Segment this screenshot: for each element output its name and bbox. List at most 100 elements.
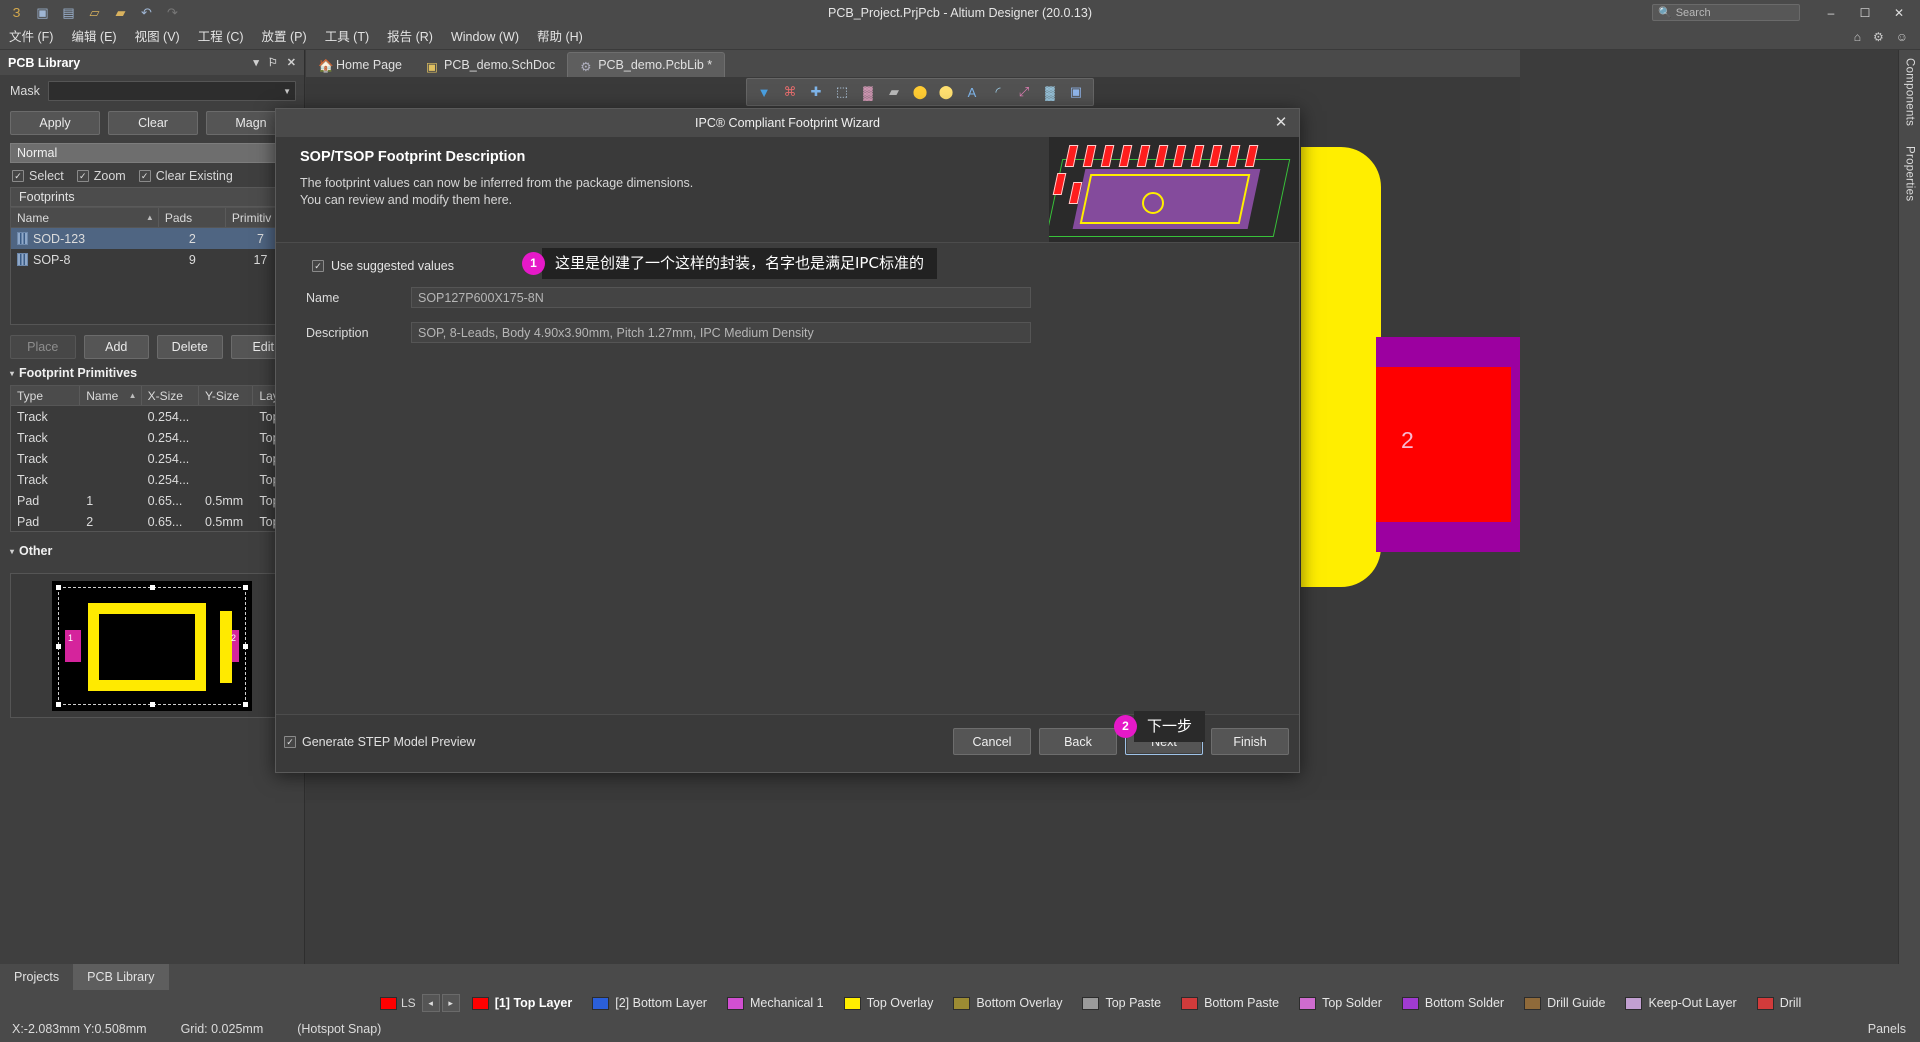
mask-input[interactable]: ▼ (47, 81, 296, 101)
other-section-header[interactable]: ▾ Other (0, 532, 304, 563)
menu-tools[interactable]: 工具 (T) (316, 25, 378, 50)
layer-tab-keep-out-layer[interactable]: Keep-Out Layer (1615, 990, 1746, 1016)
table-row[interactable]: SOP-8 9 17 (11, 249, 295, 270)
clear-button[interactable]: Clear (108, 111, 198, 135)
menu-reports[interactable]: 报告 (R) (378, 25, 442, 50)
panel-pin-icon[interactable]: ⚐ (268, 56, 278, 69)
dimension-icon[interactable]: ⤢ (1011, 80, 1037, 104)
sort-asc-icon: ▲ (145, 213, 154, 222)
crosshair-icon[interactable]: ✚ (803, 80, 829, 104)
open-icon[interactable]: ▱ (86, 4, 103, 21)
chart-icon[interactable]: ▓ (1037, 80, 1063, 104)
column-header-type[interactable]: Type (11, 386, 81, 405)
undo-icon[interactable]: ↶ (138, 4, 155, 21)
layer-prev-button[interactable]: ◂ (421, 994, 440, 1012)
polygon-icon[interactable]: ▰ (881, 80, 907, 104)
gear-icon[interactable]: ⚙ (1873, 30, 1884, 44)
tab-pcb-demo-schdoc[interactable]: ▣ PCB_demo.SchDoc (414, 52, 567, 77)
board-icon[interactable]: ▣ (1063, 80, 1089, 104)
text-icon[interactable]: A (959, 80, 985, 104)
add-button[interactable]: Add (83, 335, 149, 359)
maximize-button[interactable]: ☐ (1848, 0, 1882, 25)
footprint-primitives-header[interactable]: ▾ Footprint Primitives (0, 359, 304, 385)
tab-home-page[interactable]: 🏠 Home Page (306, 52, 414, 77)
finish-button[interactable]: Finish (1211, 728, 1289, 755)
select-rect-icon[interactable]: ⬚ (829, 80, 855, 104)
cancel-button[interactable]: Cancel (953, 728, 1031, 755)
layer-tab-drill[interactable]: Drill (1747, 990, 1812, 1016)
column-header-name[interactable]: Name ▲ (80, 386, 142, 405)
delete-button[interactable]: Delete (157, 335, 223, 359)
menu-place[interactable]: 放置 (P) (253, 25, 316, 50)
menu-file[interactable]: 文件 (F) (0, 25, 62, 50)
layer-tab-mechanical-1[interactable]: Mechanical 1 (717, 990, 834, 1016)
footprint-name-field[interactable]: SOP127P600X175-8N (411, 287, 1031, 308)
layer-stack-icon[interactable]: ▓ (855, 80, 881, 104)
home-icon[interactable]: ⌂ (1854, 30, 1861, 44)
minimize-button[interactable]: – (1814, 0, 1848, 25)
dialog-subtext-line2: You can review and modify them here. (300, 193, 513, 207)
rail-item-properties[interactable]: Properties (1904, 146, 1916, 201)
menu-view[interactable]: 视图 (V) (126, 25, 189, 50)
menu-project[interactable]: 工程 (C) (189, 25, 253, 50)
panel-dropdown-icon[interactable]: ▾ (253, 56, 259, 69)
zoom-checkbox[interactable]: ✓ Zoom (76, 169, 126, 183)
table-row[interactable]: Pad 2 0.65... 0.5mm Top (11, 511, 295, 532)
rail-item-components[interactable]: Components (1904, 58, 1916, 126)
layer-tab-bottom-overlay[interactable]: Bottom Overlay (943, 990, 1072, 1016)
place-button[interactable]: Place (10, 335, 76, 359)
menu-window[interactable]: Window (W) (442, 25, 528, 50)
layer-next-button[interactable]: ▸ (441, 994, 460, 1012)
bottom-tab-pcb-library[interactable]: PCB Library (73, 964, 169, 990)
net-icon[interactable]: ⌘ (777, 80, 803, 104)
table-row[interactable]: Pad 1 0.65... 0.5mm Top (11, 490, 295, 511)
bottom-tab-projects[interactable]: Projects (0, 964, 73, 990)
filter-icon[interactable]: ▼ (751, 80, 777, 104)
back-button[interactable]: Back (1039, 728, 1117, 755)
apply-button[interactable]: Apply (10, 111, 100, 135)
layer-tab-bottom-paste[interactable]: Bottom Paste (1171, 990, 1289, 1016)
pad-icon[interactable]: ⬤ (933, 80, 959, 104)
select-checkbox[interactable]: ✓ Select (12, 169, 64, 183)
table-row[interactable]: Track 0.254... Top. (11, 448, 295, 469)
column-header-xsize[interactable]: X-Size (142, 386, 199, 405)
mask-options: ✓ Select ✓ Zoom ✓ Clear Existing (0, 163, 304, 187)
tab-pcb-demo-pcblib[interactable]: ⚙ PCB_demo.PcbLib * (567, 52, 726, 77)
arc-icon[interactable]: ◜ (985, 80, 1011, 104)
via-icon[interactable]: ⬤ (907, 80, 933, 104)
layer-tab-top-overlay[interactable]: Top Overlay (834, 990, 944, 1016)
column-header-name[interactable]: Name ▲ (11, 208, 159, 227)
open-project-icon[interactable]: ▰ (112, 4, 129, 21)
layer-tab-drill-guide[interactable]: Drill Guide (1514, 990, 1615, 1016)
menu-help[interactable]: 帮助 (H) (528, 25, 592, 50)
table-row[interactable]: Track 0.254... Top. (11, 427, 295, 448)
dialog-hero: SOP/TSOP Footprint Description The footp… (276, 137, 1299, 242)
altium-logo-icon[interactable]: З (8, 4, 25, 21)
close-button[interactable]: ✕ (1882, 0, 1916, 25)
save-all-icon[interactable]: ▤ (60, 4, 77, 21)
layer-tab-top-paste[interactable]: Top Paste (1072, 990, 1171, 1016)
normal-selector[interactable]: Normal (10, 143, 296, 163)
clear-existing-checkbox[interactable]: ✓ Clear Existing (138, 169, 233, 183)
generate-step-model-checkbox[interactable]: ✓ Generate STEP Model Preview (284, 735, 475, 749)
panel-close-icon[interactable]: ✕ (287, 56, 296, 69)
layer-tab-top-solder[interactable]: Top Solder (1289, 990, 1392, 1016)
search-input[interactable]: 🔍 Search (1652, 4, 1800, 21)
layer-tab-bottom-layer[interactable]: [2] Bottom Layer (582, 990, 717, 1016)
table-row[interactable]: Track 0.254... Top. (11, 469, 295, 490)
close-icon[interactable]: ✕ (1271, 112, 1291, 132)
layer-tab-top-layer[interactable]: [1] Top Layer (462, 990, 583, 1016)
chevron-down-icon[interactable]: ▼ (283, 87, 291, 96)
layer-tab-bottom-solder[interactable]: Bottom Solder (1392, 990, 1514, 1016)
layer-set-selector[interactable]: LS (380, 996, 416, 1010)
panels-button[interactable]: Panels (1868, 1022, 1920, 1036)
footprint-description-field[interactable]: SOP, 8-Leads, Body 4.90x3.90mm, Pitch 1.… (411, 322, 1031, 343)
table-row[interactable]: SOD-123 2 7 (11, 228, 295, 249)
table-row[interactable]: Track 0.254... Top. (11, 406, 295, 427)
layer-label: Bottom Overlay (976, 996, 1063, 1010)
menu-edit[interactable]: 编辑 (E) (62, 25, 125, 50)
column-header-ysize[interactable]: Y-Size (199, 386, 254, 405)
save-icon[interactable]: ▣ (34, 4, 51, 21)
user-icon[interactable]: ☺ (1896, 30, 1908, 44)
column-header-pads[interactable]: Pads (159, 208, 226, 227)
